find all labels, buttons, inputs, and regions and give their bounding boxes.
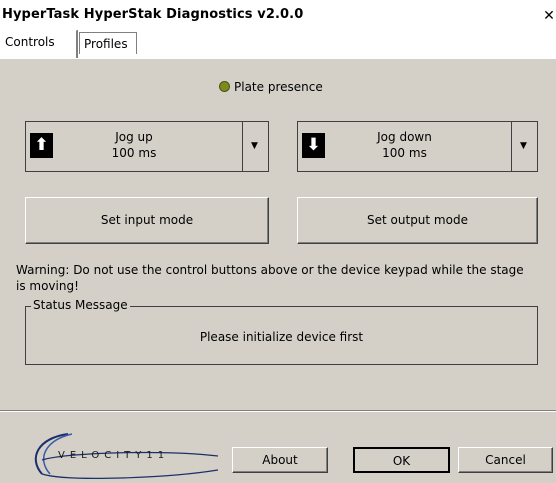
set-output-mode-button[interactable]: Set output mode xyxy=(297,197,538,244)
jog-up-split-button: ⬆ Jog up 100 ms ▼ xyxy=(25,121,269,172)
about-button[interactable]: About xyxy=(232,447,328,473)
status-message: Please initialize device first xyxy=(199,330,364,344)
jog-down-split-button: ⬇ Jog down 100 ms ▼ xyxy=(297,121,538,172)
status-message-group: Status Message Please initialize device … xyxy=(25,298,538,365)
logo-text: VELOCITY11 xyxy=(58,450,170,461)
jog-up-dropdown[interactable]: ▼ xyxy=(241,122,268,171)
warning-text: Warning: Do not use the control buttons … xyxy=(16,263,524,293)
led-icon xyxy=(219,81,230,92)
set-input-mode-button[interactable]: Set input mode xyxy=(25,197,269,244)
tab-strip: Controls Profiles xyxy=(0,30,556,58)
tab-profiles[interactable]: Profiles xyxy=(79,32,137,54)
close-button[interactable]: ✕ xyxy=(542,6,556,26)
tab-profiles-label: Profiles xyxy=(84,37,128,51)
status-group-label: Status Message xyxy=(31,298,130,312)
title-bar[interactable]: HyperTask HyperStak Diagnostics v2.0.0 ✕ xyxy=(0,0,556,30)
jog-up-button[interactable]: ⬆ Jog up 100 ms xyxy=(26,122,243,171)
ok-button[interactable]: OK xyxy=(353,447,450,473)
tab-controls-label: Controls xyxy=(5,35,55,49)
dropdown-arrow-icon: ▼ xyxy=(520,141,527,151)
dropdown-arrow-icon: ▼ xyxy=(251,141,258,151)
footer: VELOCITY11 About OK Cancel xyxy=(0,412,556,483)
velocity11-logo: VELOCITY11 xyxy=(28,430,228,480)
jog-down-duration: 100 ms xyxy=(382,146,427,160)
tab-controls[interactable]: Controls xyxy=(0,30,77,58)
jog-down-title: Jog down xyxy=(377,130,432,144)
jog-down-dropdown[interactable]: ▼ xyxy=(510,122,537,171)
jog-down-label: Jog down 100 ms xyxy=(298,129,511,161)
plate-presence-label: Plate presence xyxy=(234,80,323,94)
jog-down-button[interactable]: ⬇ Jog down 100 ms xyxy=(298,122,512,171)
close-icon: ✕ xyxy=(543,8,555,24)
jog-up-title: Jog up xyxy=(115,130,153,144)
window-title: HyperTask HyperStak Diagnostics v2.0.0 xyxy=(2,7,304,22)
plate-presence-indicator: Plate presence xyxy=(219,80,323,94)
cancel-button[interactable]: Cancel xyxy=(458,447,553,473)
diagnostics-window: HyperTask HyperStak Diagnostics v2.0.0 ✕… xyxy=(0,0,556,483)
jog-up-duration: 100 ms xyxy=(111,146,157,160)
jog-up-label: Jog up 100 ms xyxy=(26,129,242,161)
